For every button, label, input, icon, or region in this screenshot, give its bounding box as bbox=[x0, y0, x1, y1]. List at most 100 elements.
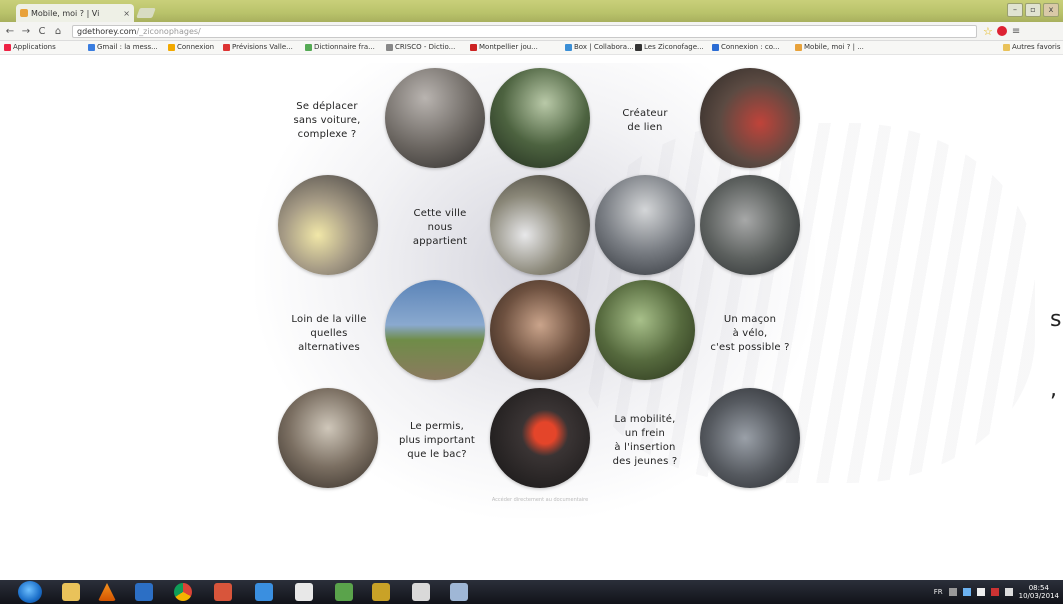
bookmark-label: Connexion bbox=[177, 43, 215, 51]
bookmark-favicon-icon bbox=[712, 43, 719, 51]
tab-favicon-icon bbox=[20, 9, 28, 17]
bookmark-item[interactable]: Mobile, moi ? | ... bbox=[795, 43, 864, 51]
tab-close-icon[interactable]: × bbox=[123, 9, 130, 18]
bookmark-item[interactable]: Montpellier jou... bbox=[470, 43, 538, 51]
bookmark-favicon-icon bbox=[795, 43, 802, 51]
photo-circle-woman-bike[interactable] bbox=[278, 388, 378, 488]
explorer-icon[interactable] bbox=[62, 583, 80, 601]
label-mobilite[interactable]: La mobilité, un frein à l'insertion des … bbox=[590, 413, 700, 469]
label-loin[interactable]: Loin de la ville quelles alternatives bbox=[274, 313, 384, 355]
bookmark-item[interactable]: Prévisions Valle... bbox=[223, 43, 293, 51]
home-icon[interactable]: ⌂ bbox=[52, 26, 64, 37]
bookmark-label: CRISCO - Dictio... bbox=[395, 43, 456, 51]
bookmark-item[interactable]: Les Ziconofage... bbox=[635, 43, 704, 51]
bookmark-label: Applications bbox=[13, 43, 56, 51]
close-window-button[interactable]: x bbox=[1043, 3, 1059, 17]
photo-circle-bus-window[interactable] bbox=[490, 68, 590, 168]
window-controls: – ▫ x bbox=[1007, 3, 1059, 17]
label-macon[interactable]: Un maçon à vélo, c'est possible ? bbox=[695, 313, 805, 355]
photo-circle-red-splash[interactable] bbox=[490, 388, 590, 488]
other-bookmarks-label: Autres favoris bbox=[1012, 43, 1061, 51]
outlook-icon[interactable] bbox=[135, 583, 153, 601]
bookmark-favicon-icon bbox=[223, 43, 230, 51]
flag-icon[interactable] bbox=[976, 588, 985, 596]
photo-circle-cart[interactable] bbox=[700, 68, 800, 168]
battery-icon[interactable] bbox=[990, 588, 999, 596]
minimize-button[interactable]: – bbox=[1007, 3, 1023, 17]
photo-circle-bus[interactable] bbox=[700, 175, 800, 275]
clock[interactable]: 08:54 10/03/2014 bbox=[1019, 584, 1059, 600]
photo-circle-people-laptop[interactable] bbox=[490, 280, 590, 380]
browser-toolbar: ← → C ⌂ gdethorey.com/_zicono­phages/ ☆ … bbox=[0, 22, 1063, 41]
clock-date: 10/03/2014 bbox=[1018, 592, 1059, 600]
new-tab-button[interactable] bbox=[136, 8, 156, 18]
network-icon[interactable] bbox=[962, 588, 971, 596]
bookmark-label: Montpellier jou... bbox=[479, 43, 538, 51]
paint-icon[interactable] bbox=[372, 583, 390, 601]
bookmark-label: Box | Collabora... bbox=[574, 43, 634, 51]
bookmark-label: Mobile, moi ? | ... bbox=[804, 43, 864, 51]
clock-time: 08:54 bbox=[1028, 584, 1049, 592]
extension-icon[interactable] bbox=[996, 26, 1007, 36]
tray-arrow-icon[interactable] bbox=[948, 588, 957, 596]
forward-arrow-icon[interactable]: → bbox=[20, 26, 32, 37]
photo-circle-car-headlights[interactable] bbox=[278, 175, 378, 275]
volume-icon[interactable] bbox=[1004, 588, 1013, 596]
bookmark-favicon-icon bbox=[168, 43, 175, 51]
photo-circle-skateboard[interactable] bbox=[700, 388, 800, 488]
address-bar[interactable]: gdethorey.com/_zicono­phages/ bbox=[72, 24, 977, 38]
bookmark-favicon-icon bbox=[386, 43, 393, 51]
label-permis[interactable]: Le permis, plus important que le bac? bbox=[382, 420, 492, 462]
start-button[interactable] bbox=[18, 581, 42, 603]
bookmark-favicon-icon bbox=[4, 43, 11, 51]
other-bookmarks[interactable]: Autres favoris bbox=[1003, 43, 1061, 51]
photo-circle-jumping[interactable] bbox=[385, 68, 485, 168]
bookmark-favicon-icon bbox=[565, 43, 572, 51]
page-content: Se déplacer sans voiture, complexe ? Cré… bbox=[0, 55, 1063, 580]
maximize-button[interactable]: ▫ bbox=[1025, 3, 1041, 17]
label-cette-ville[interactable]: Cette ville nous appartient bbox=[385, 207, 495, 249]
browser-tab[interactable]: Mobile, moi ? | Vi × bbox=[16, 4, 134, 22]
bookmarks-bar: Applications Gmail : la mess... Connexion P… bbox=[0, 41, 1063, 55]
bookmark-item[interactable]: Box | Collabora... bbox=[565, 43, 634, 51]
back-arrow-icon[interactable]: ← bbox=[4, 26, 16, 37]
app-icon[interactable] bbox=[335, 583, 353, 601]
system-tray: FR 08:54 10/03/2014 bbox=[934, 583, 1059, 601]
photo-circle-street-car[interactable] bbox=[490, 175, 590, 275]
bookmark-item[interactable]: CRISCO - Dictio... bbox=[386, 43, 455, 51]
bookmark-item[interactable]: Connexion bbox=[168, 43, 214, 51]
bookmark-favicon-icon bbox=[305, 43, 312, 51]
bookmark-star-icon[interactable]: ☆ bbox=[983, 25, 993, 38]
photo-circle-sky-field[interactable] bbox=[385, 280, 485, 380]
bookmark-item[interactable]: Dictionnaire fra... bbox=[305, 43, 375, 51]
menu-icon[interactable]: ≡ bbox=[1012, 26, 1020, 37]
bookmark-item[interactable]: Applications bbox=[4, 43, 56, 51]
bookmark-favicon-icon bbox=[470, 43, 477, 51]
bookmark-label: Gmail : la mess... bbox=[97, 43, 158, 51]
tab-title: Mobile, moi ? | Vi bbox=[31, 8, 100, 18]
bookmark-item[interactable]: Connexion : co... bbox=[712, 43, 780, 51]
edge-text-s: s bbox=[1050, 307, 1062, 332]
chrome-icon[interactable] bbox=[174, 583, 192, 601]
label-createur[interactable]: Créateur de lien bbox=[590, 107, 700, 135]
bookmark-label: Dictionnaire fra... bbox=[314, 43, 375, 51]
vlc-icon[interactable] bbox=[98, 583, 116, 601]
photo-circle-bicycle[interactable] bbox=[595, 280, 695, 380]
photo-circle-building[interactable] bbox=[595, 175, 695, 275]
reload-icon[interactable]: C bbox=[36, 26, 48, 37]
edge-text-comma: , bbox=[1050, 377, 1057, 402]
bookmark-favicon-icon bbox=[635, 43, 642, 51]
media-icon[interactable] bbox=[214, 583, 232, 601]
windows-taskbar: FR 08:54 10/03/2014 bbox=[0, 580, 1063, 604]
bookmark-label: Les Ziconofage... bbox=[644, 43, 704, 51]
dropbox-icon[interactable] bbox=[255, 583, 273, 601]
documentary-link[interactable]: Accéder directement au documentaire bbox=[470, 497, 610, 503]
folder-icon[interactable] bbox=[412, 583, 430, 601]
bookmark-favicon-icon bbox=[88, 43, 95, 51]
bookmark-item[interactable]: Gmail : la mess... bbox=[88, 43, 158, 51]
document-icon[interactable] bbox=[295, 583, 313, 601]
bookmark-label: Prévisions Valle... bbox=[232, 43, 293, 51]
language-indicator[interactable]: FR bbox=[934, 588, 943, 596]
file-icon[interactable] bbox=[450, 583, 468, 601]
label-se-deplacer[interactable]: Se déplacer sans voiture, complexe ? bbox=[272, 100, 382, 142]
